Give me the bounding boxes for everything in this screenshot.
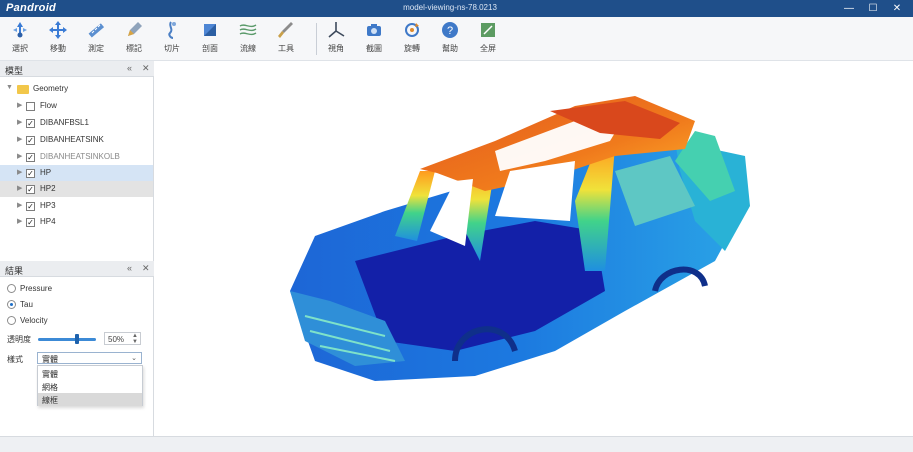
tool-fullscreen[interactable]: 全屏 xyxy=(472,20,504,54)
tree-item-dibanheatsink[interactable]: ▶ ✓ DIBANHEATSINK xyxy=(0,132,153,148)
measure-icon xyxy=(88,23,105,38)
style-dropdown-list: 實體 網格 線框 xyxy=(37,365,143,406)
close-icon[interactable]: ✕ xyxy=(142,63,150,74)
tool-view-axes[interactable]: 視角 xyxy=(320,20,352,54)
visibility-checkbox[interactable] xyxy=(26,102,35,111)
dropdown-option[interactable]: 實體 xyxy=(38,367,142,380)
slider-handle[interactable] xyxy=(75,334,79,344)
close-button[interactable]: ✕ xyxy=(885,0,909,17)
title-bar: Pandroid model-viewing-ns-78.0213 — ☐ ✕ xyxy=(0,0,913,17)
style-label: 樣式 xyxy=(7,355,23,364)
rotate-icon xyxy=(405,23,419,37)
radio-button[interactable] xyxy=(7,300,16,309)
minimize-button[interactable]: — xyxy=(837,0,861,17)
visibility-checkbox[interactable]: ✓ xyxy=(26,153,35,162)
status-bar xyxy=(0,436,913,452)
svg-text:?: ? xyxy=(447,25,453,37)
document-title: model-viewing-ns-78.0213 xyxy=(403,3,497,12)
transparency-slider[interactable] xyxy=(38,338,96,341)
tree-item-flow[interactable]: ▶ Flow xyxy=(0,98,153,114)
section-icon xyxy=(168,21,176,39)
toolbar-separator xyxy=(316,23,317,55)
collapse-icon[interactable]: « xyxy=(127,63,132,73)
dropdown-option[interactable]: 線框 xyxy=(38,393,142,406)
clip-icon xyxy=(204,24,216,36)
visibility-checkbox[interactable]: ✓ xyxy=(26,119,35,128)
tool-select[interactable]: 選択 xyxy=(4,20,36,54)
streamline-icon xyxy=(239,24,257,36)
model-panel-header: 模型 « ✕ xyxy=(0,61,154,77)
visibility-checkbox[interactable]: ✓ xyxy=(26,185,35,194)
dropdown-option[interactable]: 網格 xyxy=(38,380,142,393)
style-select[interactable]: 實體 ⌄ xyxy=(37,352,142,364)
radio-button[interactable] xyxy=(7,284,16,293)
tool-clip[interactable]: 剖面 xyxy=(194,20,226,54)
tree-item-hp4[interactable]: ▶ ✓ HP4 xyxy=(0,214,153,230)
chevron-down-icon: ⌄ xyxy=(131,355,137,362)
expand-arrow-icon[interactable]: ▶ xyxy=(17,184,22,192)
tool-annotate[interactable]: 標記 xyxy=(118,20,150,54)
tool-tools[interactable]: 工具 xyxy=(270,20,302,54)
result-panel-header: 結果 « ✕ xyxy=(0,261,154,277)
tree-item-hp[interactable]: ▶ ✓ HP xyxy=(0,165,153,181)
expand-arrow-icon[interactable]: ▶ xyxy=(17,217,22,225)
expand-arrow-icon[interactable]: ▶ xyxy=(17,168,22,176)
tool-streamline[interactable]: 流線 xyxy=(232,20,264,54)
tree-item-hp2[interactable]: ▶ ✓ HP2 xyxy=(0,181,153,197)
expand-arrow-icon[interactable]: ▼ xyxy=(6,84,13,91)
spin-arrows-icon[interactable]: ▲ ▼ xyxy=(132,333,138,345)
select-icon xyxy=(13,22,27,38)
expand-arrow-icon[interactable]: ▶ xyxy=(17,101,22,109)
window-controls: — ☐ ✕ xyxy=(837,0,909,17)
folder-icon xyxy=(17,85,29,94)
visibility-checkbox[interactable]: ✓ xyxy=(26,136,35,145)
tool-help[interactable]: ? 幫助 xyxy=(434,20,466,54)
visibility-checkbox[interactable]: ✓ xyxy=(26,218,35,227)
expand-arrow-icon[interactable]: ▶ xyxy=(17,118,22,126)
radio-button[interactable] xyxy=(7,316,16,325)
annotate-icon xyxy=(128,22,142,36)
tool-measure[interactable]: 測定 xyxy=(80,20,112,54)
car-body-model[interactable] xyxy=(155,61,913,436)
collapse-icon[interactable]: « xyxy=(127,263,132,273)
tool-section[interactable]: 切片 xyxy=(156,20,188,54)
maximize-button[interactable]: ☐ xyxy=(861,0,885,17)
tree-item-hp3[interactable]: ▶ ✓ HP3 xyxy=(0,198,153,214)
transparency-label: 透明度 xyxy=(7,335,31,344)
camera-icon xyxy=(367,24,381,36)
expand-arrow-icon[interactable]: ▶ xyxy=(17,135,22,143)
expand-arrow-icon[interactable]: ▶ xyxy=(17,201,22,209)
move-icon xyxy=(49,21,67,39)
tool-rotate[interactable]: 旋轉 xyxy=(396,20,428,54)
close-icon[interactable]: ✕ xyxy=(142,263,150,274)
tools-icon xyxy=(278,22,293,38)
axes-icon xyxy=(328,22,345,38)
expand-arrow-icon[interactable]: ▶ xyxy=(17,152,22,160)
tree-item-dibanheatsinkolb[interactable]: ▶ ✓ DIBANHEATSINKOLB xyxy=(0,149,153,165)
tool-move[interactable]: 移動 xyxy=(42,20,74,54)
main-toolbar: 選択 移動 測定 標記 切片 剖面 流線 工具 視角 截圖 旋轉 ? 幫助 全屏 xyxy=(0,17,913,61)
tree-root-geometry[interactable]: ▼ Geometry xyxy=(0,81,153,97)
fullscreen-icon xyxy=(481,23,495,37)
3d-viewport[interactable] xyxy=(155,61,913,436)
help-icon: ? xyxy=(442,22,458,38)
app-logo: Pandroid xyxy=(6,2,57,14)
transparency-spinbox[interactable]: 50% ▲ ▼ xyxy=(104,332,141,345)
visibility-checkbox[interactable]: ✓ xyxy=(26,169,35,178)
tool-screenshot[interactable]: 截圖 xyxy=(358,20,390,54)
tree-item-dibanfbsl1[interactable]: ▶ ✓ DIBANFBSL1 xyxy=(0,115,153,131)
visibility-checkbox[interactable]: ✓ xyxy=(26,202,35,211)
